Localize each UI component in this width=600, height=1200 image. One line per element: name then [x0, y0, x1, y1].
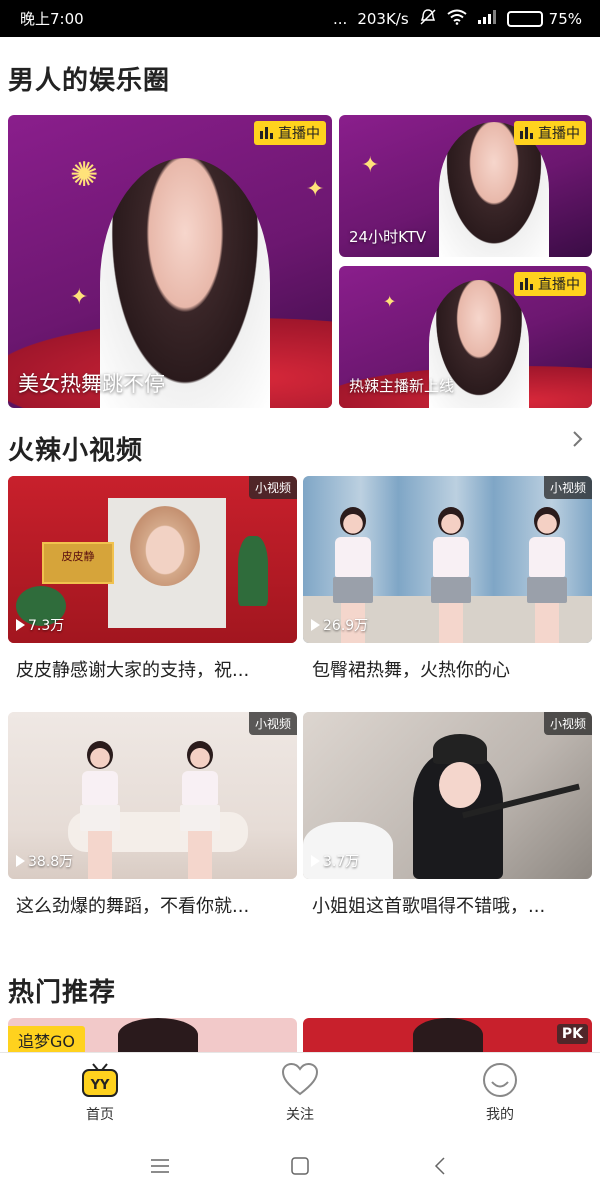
back-icon	[434, 1157, 445, 1175]
status-dots: ...	[333, 9, 348, 28]
back-button[interactable]	[420, 1146, 460, 1186]
section-title-videos: 火辣小视频	[8, 436, 144, 466]
hot-card-thumb	[413, 1018, 483, 1052]
decor-tree	[238, 536, 268, 606]
hot-card-thumb	[118, 1018, 198, 1052]
live-badge: 直播中	[514, 121, 586, 145]
play-count: 38.8万	[16, 851, 73, 871]
singer-face	[439, 762, 481, 808]
heart-icon	[281, 1062, 319, 1095]
system-nav-bar	[0, 1132, 600, 1200]
play-icon	[311, 855, 320, 867]
hot-card-2[interactable]: PK	[303, 1018, 592, 1052]
section-title-entertainment: 男人的娱乐圈	[8, 66, 171, 96]
cap	[433, 734, 487, 764]
nav-label-follow: 关注	[286, 1106, 314, 1123]
status-indicators: ... 203K/s 75%	[333, 8, 582, 30]
name-sign: 皮皮静	[42, 542, 114, 584]
battery-icon	[506, 10, 543, 27]
play-count: 26.9万	[311, 615, 368, 635]
live-bars-icon	[520, 278, 533, 290]
menu-icon	[151, 1159, 169, 1173]
dancer-figure	[527, 507, 567, 643]
dancer-figure	[180, 741, 220, 879]
video-tag: 小视频	[248, 476, 297, 499]
live-badge: 直播中	[514, 272, 586, 296]
live-card-caption: 24小时KTV	[349, 228, 427, 246]
play-count: 7.3万	[16, 615, 64, 635]
live-card-caption: 美女热舞跳不停	[18, 372, 165, 396]
live-badge-label: 直播中	[538, 126, 580, 142]
play-icon	[16, 855, 25, 867]
live-badge-label: 直播中	[538, 277, 580, 293]
battery-percent: 75%	[548, 9, 582, 28]
streamer-face	[130, 506, 200, 586]
live-card-caption: 热辣主播新上线	[349, 377, 455, 395]
video-card-2[interactable]: 小视频 26.9万	[303, 476, 592, 643]
nav-label-mine: 我的	[486, 1106, 514, 1123]
network-speed: 203K/s	[357, 9, 409, 28]
chevron-right-icon[interactable]	[568, 430, 586, 448]
video-title-2[interactable]: 包臀裙热舞，火热你的心	[312, 656, 592, 682]
signal-icon	[477, 9, 497, 29]
svg-text:YY: YY	[90, 1078, 110, 1093]
sparkle-icon: ✦	[383, 292, 397, 311]
video-tag: 小视频	[543, 476, 592, 499]
nav-item-home[interactable]: YY 首页	[0, 1053, 200, 1132]
sparkle-icon: ✦	[361, 153, 380, 178]
live-card-ktv[interactable]: ✦ 直播中 24小时KTV	[339, 115, 592, 257]
menu-button[interactable]	[140, 1146, 180, 1186]
name-sign-text: 皮皮静	[61, 550, 95, 563]
video-card-3[interactable]: 小视频 38.8万	[8, 712, 297, 879]
video-title-4[interactable]: 小姐姐这首歌唱得不错哦，...	[312, 892, 592, 918]
live-bars-icon	[260, 127, 273, 139]
live-badge-label: 直播中	[278, 126, 320, 142]
square-icon	[291, 1157, 309, 1175]
play-icon	[311, 619, 320, 631]
sparkle-icon: ✦	[70, 285, 89, 310]
smile-icon	[483, 1062, 517, 1097]
dancer-figure	[80, 741, 120, 879]
home-button[interactable]	[280, 1146, 320, 1186]
hot-badge: 追梦GO	[8, 1026, 85, 1052]
status-bar: 晚上7:00 ... 203K/s 75%	[0, 0, 600, 37]
video-card-1[interactable]: 皮皮静 小视频 7.3万	[8, 476, 297, 643]
live-card-main[interactable]: ✦ ✦ ✺ 直播中 美女热舞跳不停	[8, 115, 332, 408]
play-icon	[16, 619, 25, 631]
pk-badge: PK	[556, 1024, 588, 1044]
sparkle-icon: ✦	[306, 177, 325, 202]
video-tag: 小视频	[248, 712, 297, 735]
bottom-nav: YY 首页 关注 我的	[0, 1052, 600, 1132]
dancer-figure	[431, 507, 471, 643]
video-title-1[interactable]: 皮皮静感谢大家的支持，祝...	[16, 656, 296, 682]
live-badge: 直播中	[254, 121, 326, 145]
section-title-hot: 热门推荐	[8, 978, 117, 1008]
wifi-icon	[447, 9, 467, 29]
firework-icon: ✺	[70, 155, 99, 195]
play-count: 3.7万	[311, 851, 359, 871]
battery-indicator: 75%	[506, 9, 582, 28]
live-bars-icon	[520, 127, 533, 139]
nav-item-follow[interactable]: 关注	[200, 1053, 400, 1132]
nav-label-home: 首页	[86, 1106, 114, 1123]
video-tag: 小视频	[543, 712, 592, 735]
nav-item-mine[interactable]: 我的	[400, 1053, 600, 1132]
video-title-3[interactable]: 这么劲爆的舞蹈，不看你就...	[16, 892, 296, 918]
muted-icon	[419, 8, 437, 30]
yy-home-icon: YY	[82, 1062, 118, 1097]
status-time: 晚上7:00	[20, 10, 84, 28]
live-card-new[interactable]: ✦ 直播中 热辣主播新上线	[339, 266, 592, 408]
hot-card-1[interactable]: 追梦GO	[8, 1018, 297, 1052]
video-card-4[interactable]: 小视频 3.7万	[303, 712, 592, 879]
